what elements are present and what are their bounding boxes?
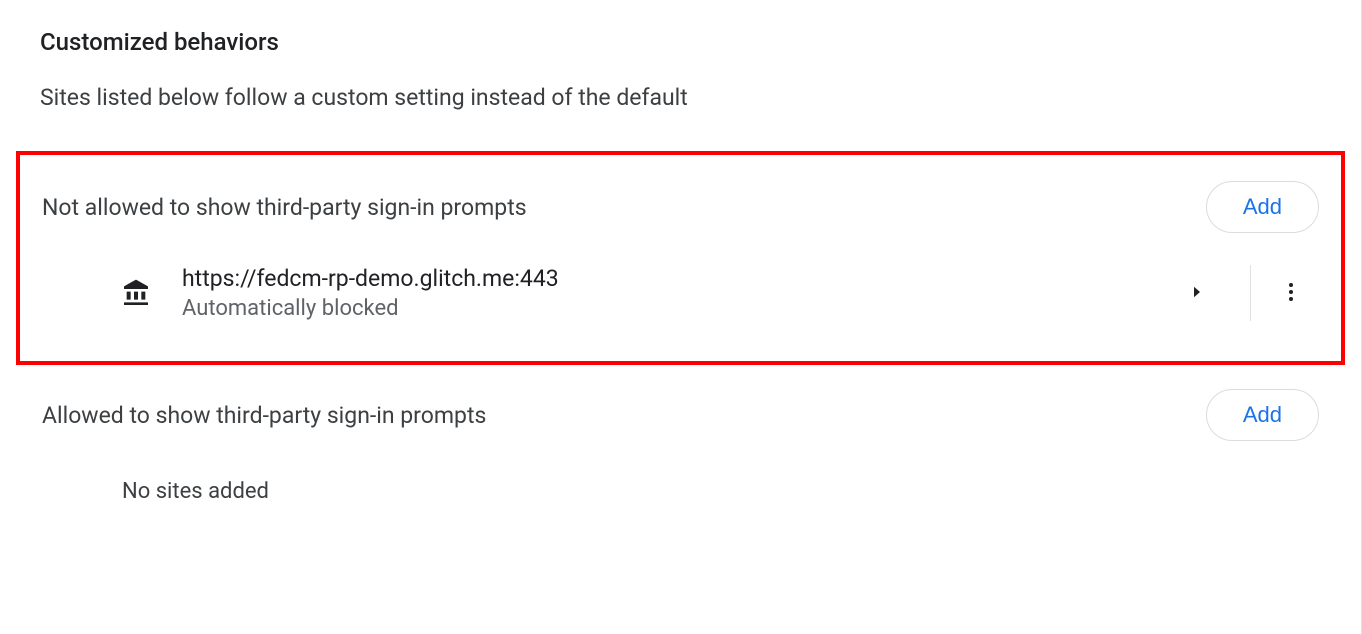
add-allowed-button[interactable]: Add: [1206, 389, 1319, 441]
allowed-empty-text: No sites added: [42, 479, 1319, 504]
section-title: Customized behaviors: [40, 28, 1321, 56]
allowed-block: Allowed to show third-party sign-in prom…: [40, 389, 1321, 504]
vertical-divider: [1250, 265, 1251, 321]
institution-icon: [120, 277, 152, 309]
site-status: Automatically blocked: [182, 296, 1164, 321]
site-url: https://fedcm-rp-demo.glitch.me:443: [182, 265, 1164, 292]
more-vertical-icon: [1279, 292, 1303, 307]
section-subtitle: Sites listed below follow a custom setti…: [40, 84, 1321, 111]
allowed-heading: Allowed to show third-party sign-in prom…: [42, 402, 486, 429]
site-more-button[interactable]: [1271, 268, 1311, 319]
not-allowed-block: Not allowed to show third-party sign-in …: [16, 151, 1345, 365]
add-not-allowed-button[interactable]: Add: [1206, 181, 1319, 233]
site-expand-button[interactable]: [1164, 271, 1230, 316]
caret-right-icon: [1188, 289, 1206, 304]
not-allowed-heading: Not allowed to show third-party sign-in …: [42, 194, 527, 221]
site-row: https://fedcm-rp-demo.glitch.me:443 Auto…: [42, 265, 1319, 321]
